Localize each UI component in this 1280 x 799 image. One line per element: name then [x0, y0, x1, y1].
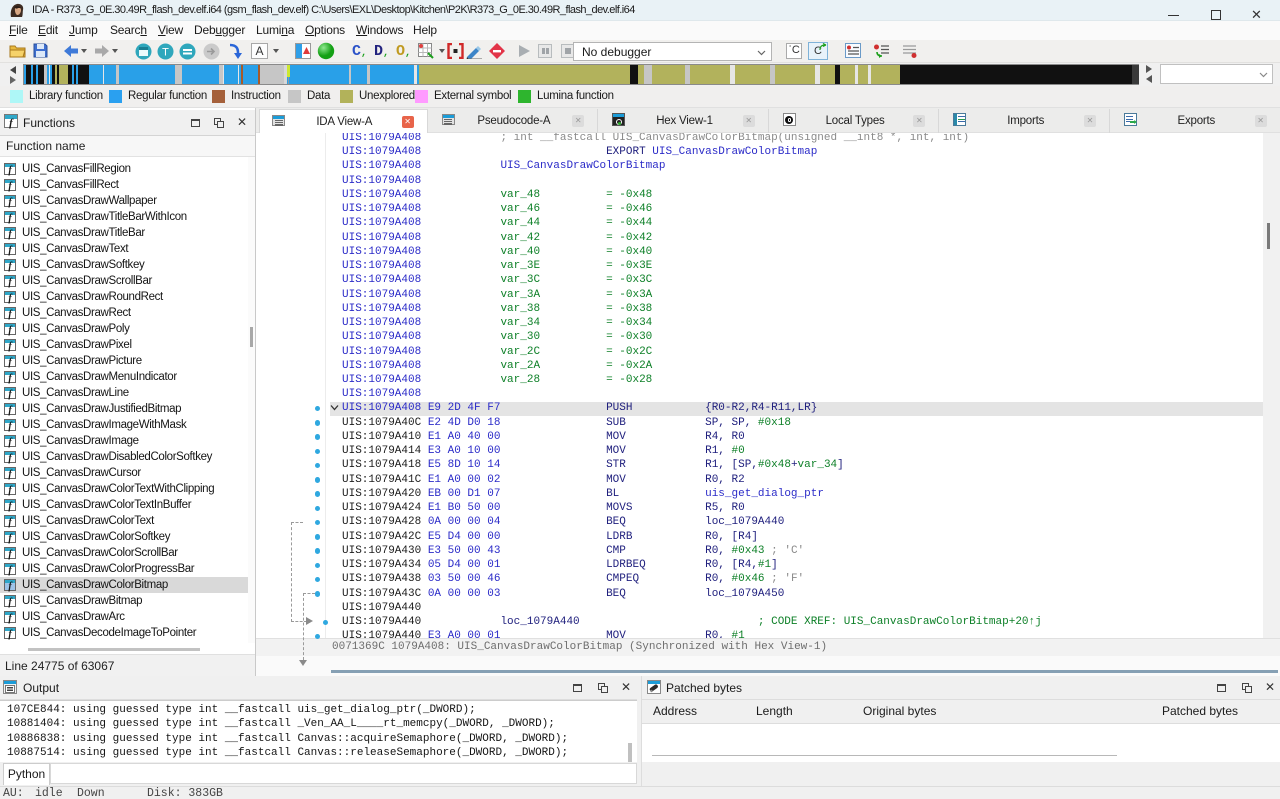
svg-text:T: T — [162, 47, 169, 59]
